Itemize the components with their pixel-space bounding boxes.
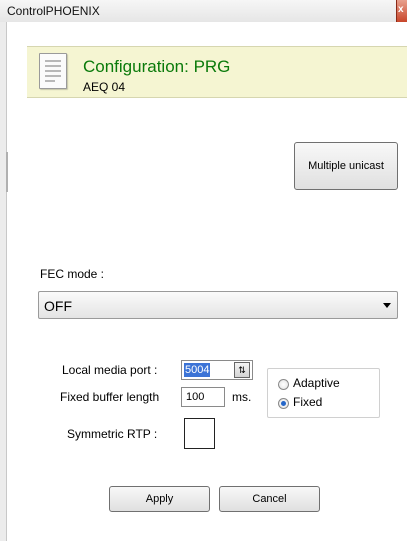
- adaptive-radio-label[interactable]: Adaptive: [293, 376, 340, 390]
- fixed-buffer-length-value: 100: [186, 391, 205, 403]
- chevron-down-icon[interactable]: [383, 303, 391, 308]
- apply-button[interactable]: Apply: [109, 486, 210, 512]
- local-media-port-value: 5004: [184, 363, 211, 377]
- close-button[interactable]: x: [396, 0, 407, 22]
- window-left-edge: [0, 22, 8, 541]
- fec-mode-value: OFF: [44, 298, 72, 314]
- document-icon: [39, 53, 67, 89]
- spin-arrows-icon[interactable]: ⇅: [234, 362, 250, 378]
- multiple-unicast-button[interactable]: Multiple unicast: [294, 142, 398, 190]
- fec-mode-select[interactable]: OFF: [38, 291, 398, 319]
- device-name: AEQ 04: [83, 80, 126, 94]
- title-bar: ControlPHOENIX x: [0, 0, 407, 22]
- buffer-mode-group: Adaptive Fixed: [267, 368, 380, 418]
- edge-marker: [6, 152, 8, 192]
- configuration-title: Configuration: PRG: [83, 57, 231, 76]
- adaptive-radio[interactable]: [278, 379, 289, 390]
- cancel-button[interactable]: Cancel: [219, 486, 320, 512]
- symmetric-rtp-checkbox[interactable]: [184, 418, 215, 449]
- fixed-radio[interactable]: [278, 398, 289, 409]
- close-icon: x: [398, 4, 404, 15]
- window-title: ControlPHOENIX: [7, 4, 100, 18]
- fixed-radio-label[interactable]: Fixed: [293, 395, 322, 409]
- local-media-port-label: Local media port :: [62, 363, 158, 377]
- local-media-port-input[interactable]: 5004 ⇅: [181, 360, 253, 380]
- fixed-buffer-length-input[interactable]: 100: [181, 387, 225, 407]
- fixed-buffer-length-label: Fixed buffer length: [60, 390, 160, 404]
- symmetric-rtp-label: Symmetric RTP :: [67, 427, 158, 441]
- configuration-header: Configuration: PRG AEQ 04: [27, 46, 407, 98]
- fec-mode-label: FEC mode :: [40, 267, 105, 281]
- fixed-buffer-unit: ms.: [232, 390, 252, 404]
